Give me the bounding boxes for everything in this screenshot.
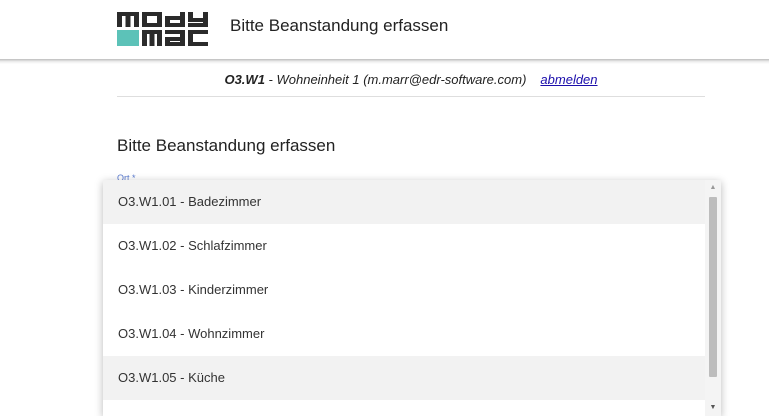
dropdown-option-kueche[interactable]: O3.W1.05 - Küche [103,356,705,400]
scroll-down-arrow-icon[interactable]: ▼ [705,402,721,414]
header-title: Bitte Beanstandung erfassen [230,16,449,35]
mody-mac-logo [117,12,208,46]
app-header: Bitte Beanstandung erfassen [0,0,769,60]
dropdown-option-badezimmer[interactable]: O3.W1.01 - Badezimmer [103,180,705,224]
scroll-up-arrow-icon[interactable]: ▲ [705,182,721,194]
header-divider [0,59,769,64]
dropdown-scrollbar[interactable]: ▲ ▼ [705,180,721,416]
unit-code: O3.W1 [224,72,265,87]
dropdown-option-kinderzimmer[interactable]: O3.W1.03 - Kinderzimmer [103,268,705,312]
location-dropdown-list[interactable]: O3.W1.01 - Badezimmer O3.W1.02 - Schlafz… [103,180,721,416]
page-title: Bitte Beanstandung erfassen [117,136,336,155]
logout-link[interactable]: abmelden [540,72,597,87]
dropdown-option-wohnzimmer[interactable]: O3.W1.04 - Wohnzimmer [103,312,705,356]
unit-description: - Wohneinheit 1 (m.marr@edr-software.com… [264,72,527,87]
scrollbar-thumb[interactable] [709,197,717,377]
user-bar: O3.W1 - Wohneinheit 1 (m.marr@edr-softwa… [117,72,705,97]
dropdown-option-schlafzimmer[interactable]: O3.W1.02 - Schlafzimmer [103,224,705,268]
